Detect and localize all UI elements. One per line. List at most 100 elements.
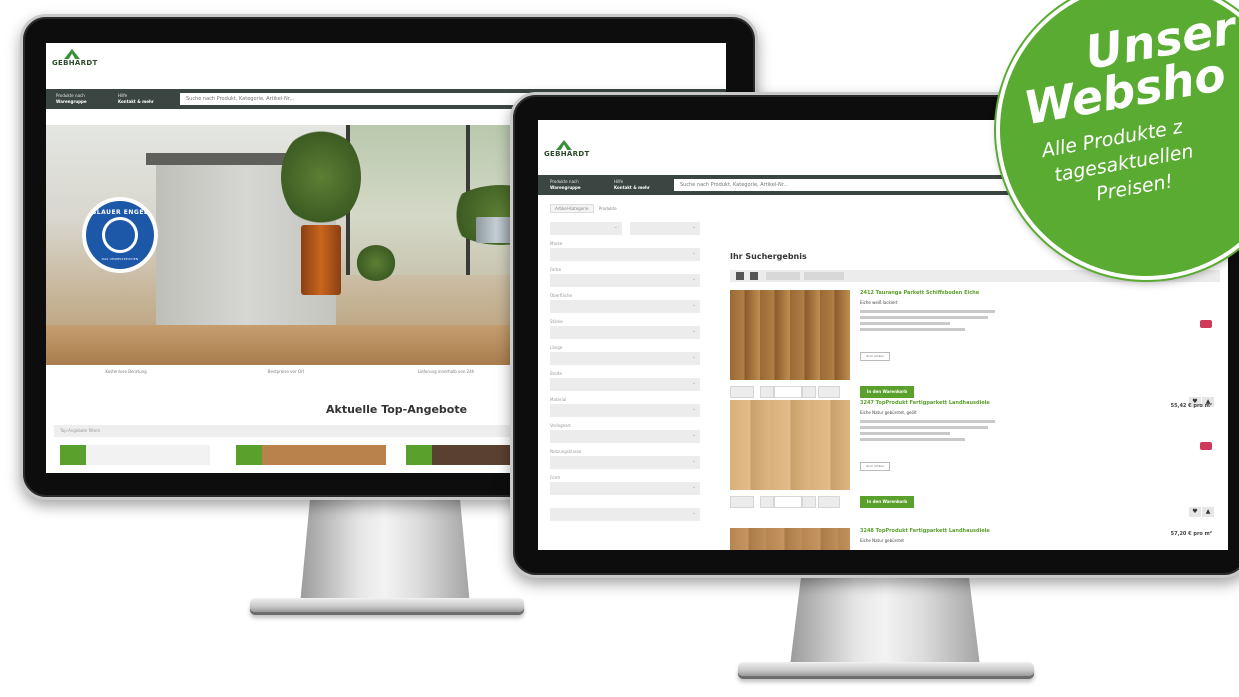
offer-tag bbox=[236, 445, 262, 465]
offer-tag bbox=[406, 445, 432, 465]
product-image[interactable] bbox=[730, 290, 850, 380]
add-to-cart-button[interactable]: In den Warenkorb bbox=[860, 496, 914, 508]
list-view-icon[interactable] bbox=[750, 272, 758, 280]
chevron-down-icon: ⌄ bbox=[613, 224, 618, 230]
qty-input[interactable] bbox=[774, 386, 802, 398]
product-title[interactable]: 3247 TopProdukt Fertigparkett Landhausdi… bbox=[860, 400, 990, 406]
offer-tile[interactable] bbox=[236, 445, 386, 465]
product-subtitle: Eiche Natur gebürstet, geölt bbox=[860, 410, 917, 415]
product-details bbox=[860, 420, 1010, 444]
chevron-down-icon: ⌄ bbox=[691, 380, 696, 386]
product-detail-button[interactable]: Zum Artikel bbox=[860, 462, 890, 471]
blauer-engel-seal: BLAUER ENGEL DAS UMWELTZEICHEN bbox=[86, 201, 154, 269]
tab-category[interactable]: Artikel-Kategorie bbox=[550, 204, 594, 213]
nav-help-line1: Hilfe bbox=[614, 179, 624, 184]
back-monitor-foot bbox=[250, 598, 524, 612]
nav-help-line2: Kontakt & mehr bbox=[118, 99, 154, 104]
unit-select[interactable] bbox=[730, 496, 754, 508]
filter-select[interactable]: ⌄ bbox=[550, 378, 700, 391]
product-actions: ♥ ▲ bbox=[1188, 388, 1214, 407]
product-price: 57,20 € pro m² bbox=[1170, 531, 1212, 537]
eco-ring-icon bbox=[102, 217, 138, 253]
chevron-down-icon: ⌄ bbox=[691, 354, 696, 360]
chevron-down-icon: ⌄ bbox=[691, 224, 696, 230]
product-item: 2412 Tauranga Parkett Schiffsboden Eiche… bbox=[730, 290, 1220, 407]
product-item: 3248 TopProdukt Fertigparkett Landhausdi… bbox=[730, 528, 1220, 550]
share-icon[interactable]: ▲ bbox=[1202, 507, 1214, 517]
hero-planter bbox=[301, 225, 341, 295]
result-tabs: Artikel-Kategorie Produkte bbox=[550, 204, 621, 213]
logo-mark-icon bbox=[556, 140, 572, 150]
hero-fruit-bowl bbox=[356, 245, 396, 281]
qty-minus-button[interactable] bbox=[760, 496, 774, 508]
chevron-down-icon: ⌄ bbox=[691, 432, 696, 438]
availability-icon bbox=[1200, 442, 1212, 450]
chevron-down-icon: ⌄ bbox=[691, 302, 696, 308]
site-logo[interactable]: GEBHARDT bbox=[544, 140, 590, 158]
nav-products-line2: Warengruppe bbox=[56, 99, 87, 104]
qty-plus-button[interactable] bbox=[802, 386, 816, 398]
site-logo[interactable]: GEBHARDT bbox=[52, 49, 98, 67]
per-page-select[interactable]: ⌄ bbox=[630, 222, 700, 235]
add-to-cart-button[interactable]: In den Warenkorb bbox=[860, 386, 914, 398]
usp-item: Bestpreise vor Ort bbox=[267, 369, 305, 374]
filter-label: Form bbox=[550, 475, 561, 480]
unit-label bbox=[818, 496, 840, 508]
nav-products-line2: Warengruppe bbox=[550, 185, 581, 190]
logo-text: GEBHARDT bbox=[52, 59, 98, 67]
unit-select[interactable] bbox=[730, 386, 754, 398]
tab-products[interactable]: Produkte bbox=[595, 205, 621, 212]
nav-products-menu[interactable]: Produkte nach Warengruppe bbox=[56, 93, 87, 105]
filter-label: Material bbox=[550, 397, 567, 402]
filter-select[interactable]: ⌄ bbox=[550, 326, 700, 339]
nav-help-menu[interactable]: Hilfe Kontakt & mehr bbox=[118, 93, 154, 105]
blauer-engel-badge: BLAUER ENGEL DAS UMWELTZEICHEN bbox=[82, 197, 158, 273]
chevron-down-icon: ⌄ bbox=[691, 328, 696, 334]
product-title[interactable]: 2412 Tauranga Parkett Schiffsboden Eiche bbox=[860, 290, 979, 296]
product-detail-button[interactable]: Zum Artikel bbox=[860, 352, 890, 361]
filter-select[interactable]: ⌄ bbox=[550, 248, 700, 261]
filter-select[interactable]: ⌄ bbox=[550, 404, 700, 417]
qty-input[interactable] bbox=[774, 496, 802, 508]
view-dropdown[interactable] bbox=[804, 272, 844, 280]
nav-help-menu[interactable]: Hilfe Kontakt & mehr bbox=[614, 179, 650, 191]
filter-select[interactable]: ⌄ bbox=[550, 482, 700, 495]
product-image[interactable] bbox=[730, 400, 850, 490]
front-monitor-foot bbox=[738, 662, 1034, 676]
top-offers-title: Aktuelle Top-Angebote bbox=[326, 403, 468, 416]
product-title[interactable]: 3248 TopProdukt Fertigparkett Landhausdi… bbox=[860, 528, 990, 534]
filter-select[interactable]: ⌄ bbox=[550, 508, 700, 521]
eco-badge-top: BLAUER ENGEL bbox=[91, 209, 149, 216]
sort-dropdown[interactable] bbox=[766, 272, 800, 280]
logo-text: GEBHARDT bbox=[544, 150, 590, 158]
filter-select[interactable]: ⌄ bbox=[550, 430, 700, 443]
chevron-down-icon: ⌄ bbox=[691, 510, 696, 516]
chevron-down-icon: ⌄ bbox=[691, 458, 696, 464]
filter-label: Stärke bbox=[550, 319, 563, 324]
grid-view-icon[interactable] bbox=[736, 272, 744, 280]
qty-plus-button[interactable] bbox=[802, 496, 816, 508]
unit-label bbox=[818, 386, 840, 398]
nav-products-line1: Produkte nach bbox=[550, 179, 579, 184]
offer-tile[interactable] bbox=[60, 445, 210, 465]
filter-select[interactable]: ⌄ bbox=[550, 456, 700, 469]
filter-select[interactable]: ⌄ bbox=[550, 352, 700, 365]
heart-icon[interactable]: ♥ bbox=[1189, 507, 1201, 517]
sort-select[interactable]: ⌄ bbox=[550, 222, 622, 235]
chevron-down-icon: ⌄ bbox=[691, 406, 696, 412]
chevron-down-icon: ⌄ bbox=[691, 484, 696, 490]
filter-label: Verlegeart bbox=[550, 423, 571, 428]
filter-select[interactable]: ⌄ bbox=[550, 300, 700, 313]
filter-label: Marke bbox=[550, 241, 563, 246]
product-details bbox=[860, 310, 1010, 334]
back-monitor-neck bbox=[300, 497, 470, 605]
product-image[interactable] bbox=[730, 528, 850, 550]
qty-minus-button[interactable] bbox=[760, 386, 774, 398]
nav-products-menu[interactable]: Produkte nach Warengruppe bbox=[550, 179, 581, 191]
product-subtitle: Eiche Natur gebürstet bbox=[860, 538, 904, 543]
hero-tree bbox=[281, 127, 361, 227]
product-price: 55,42 € pro m² bbox=[1170, 403, 1212, 409]
filter-label: Farbe bbox=[550, 267, 562, 272]
top-offers-filter-text: Top-Angebote filtern bbox=[60, 428, 101, 433]
filter-select[interactable]: ⌄ bbox=[550, 274, 700, 287]
